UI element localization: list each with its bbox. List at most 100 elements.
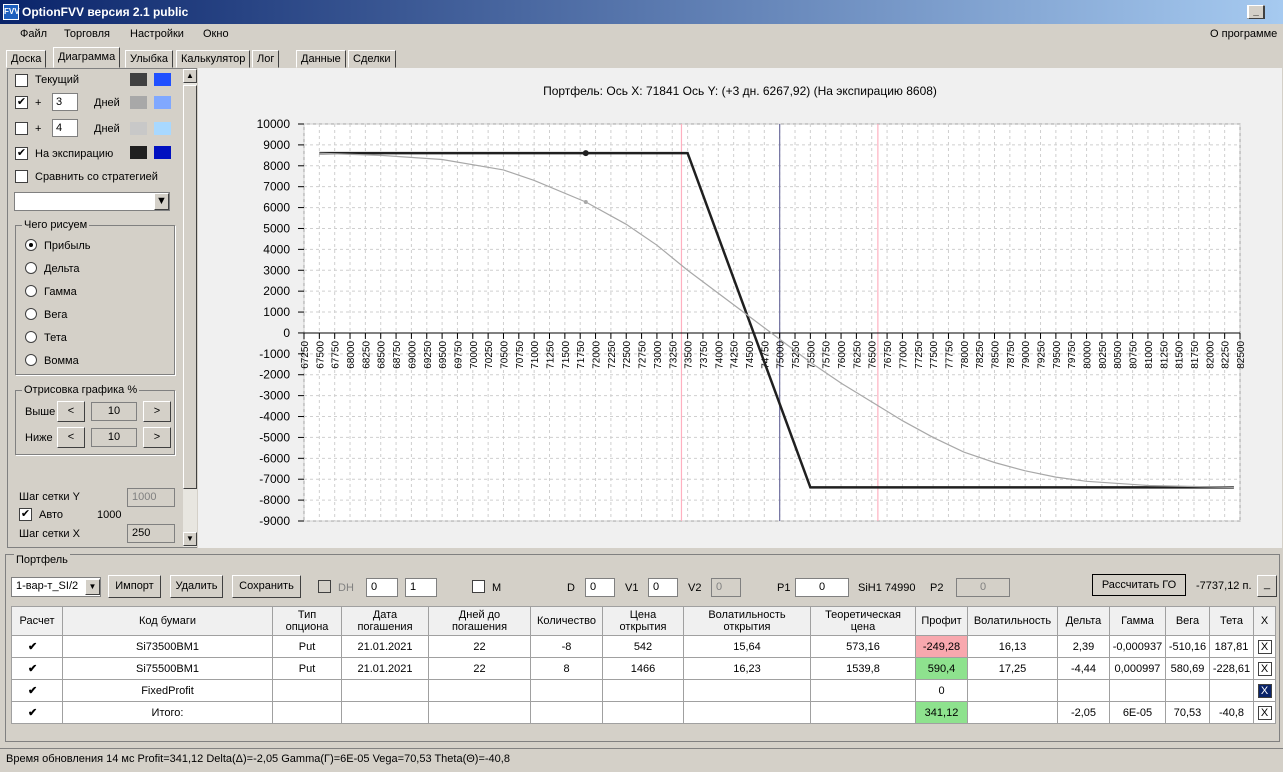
remove-row-button[interactable]: X	[1257, 661, 1272, 676]
days2-color-1[interactable]	[130, 122, 147, 135]
remove-row-button[interactable]: X	[1257, 705, 1272, 720]
table-row[interactable]: ✔ Si73500BM1 Put 21.01.2021 22 -8 542 15,64 573,…	[11, 635, 1276, 658]
expiry-color-2[interactable]	[154, 146, 171, 159]
delete-button[interactable]: Удалить	[170, 575, 223, 598]
col-open-price[interactable]: Цена открытия	[602, 606, 684, 636]
col-theta[interactable]: Тета	[1209, 606, 1254, 636]
scroll-up-arrow-icon[interactable]: ▲	[183, 69, 197, 83]
days1-color-2[interactable]	[154, 96, 171, 109]
auto-checkbox[interactable]: ✔	[19, 508, 32, 521]
tab-diagram[interactable]: Диаграмма	[53, 47, 121, 68]
p1-input[interactable]: 0	[795, 578, 849, 597]
days1-checkbox[interactable]: ✔	[15, 96, 28, 109]
save-button[interactable]: Сохранить	[232, 575, 301, 598]
table-row[interactable]: ✔ Итого: 341,12 -2,05 6E-05 70,53 -40,8 X	[11, 701, 1276, 724]
v1-input[interactable]: 0	[648, 578, 678, 597]
calc-go-button[interactable]: Рассчитать ГО	[1092, 574, 1186, 596]
col-type[interactable]: Тип опциона	[272, 606, 342, 636]
current-color-2[interactable]	[154, 73, 171, 86]
cell-15[interactable]: X	[1253, 635, 1276, 658]
col-calc[interactable]: Расчет	[11, 606, 63, 636]
tab-smile[interactable]: Улыбка	[125, 50, 174, 68]
col-code[interactable]: Код бумаги	[62, 606, 273, 636]
col-profit[interactable]: Профит	[915, 606, 968, 636]
tab-board[interactable]: Доска	[6, 50, 47, 68]
table-row[interactable]: ✔ Si75500BM1 Put 21.01.2021 22 8 1466 16,23 1539…	[11, 657, 1276, 680]
tab-calculator[interactable]: Калькулятор	[176, 50, 251, 68]
x-tick-label: 73000	[653, 341, 664, 369]
below-increase-button[interactable]: >	[143, 427, 171, 448]
radio-delta[interactable]	[25, 262, 37, 274]
cell-15[interactable]: X	[1253, 701, 1276, 724]
strategy-select[interactable]: ▼	[14, 192, 170, 211]
radio-gamma[interactable]	[25, 285, 37, 297]
chart-area[interactable]: Портфель: Ось X: 71841 Ось Y: (+3 дн. 62…	[198, 68, 1282, 548]
menu-trading[interactable]: Торговля	[64, 28, 110, 40]
radio-delta-label: Дельта	[44, 263, 80, 275]
days1-color-1[interactable]	[130, 96, 147, 109]
dh-spin-1[interactable]: 0	[366, 578, 398, 597]
above-increase-button[interactable]: >	[143, 401, 171, 422]
days2-color-2[interactable]	[154, 122, 171, 135]
d-input[interactable]: 0	[585, 578, 615, 597]
tab-log[interactable]: Лог	[252, 50, 280, 68]
scroll-down-arrow-icon[interactable]: ▼	[183, 532, 197, 546]
m-checkbox[interactable]	[472, 580, 485, 593]
status-text: Время обновления 14 мс Profit=341,12 Del…	[6, 753, 510, 765]
chevron-down-icon[interactable]: ▼	[154, 193, 169, 210]
chevron-down-icon[interactable]: ▼	[85, 579, 100, 595]
col-qty[interactable]: Количество	[530, 606, 603, 636]
go-small-button[interactable]: _	[1257, 575, 1277, 597]
minimize-button[interactable]: _	[1248, 5, 1264, 19]
menu-settings[interactable]: Настройки	[130, 28, 184, 40]
cell-15[interactable]: X	[1253, 679, 1276, 702]
cell-0[interactable]: ✔	[11, 635, 63, 658]
col-theor-price[interactable]: Теоретическая цена	[810, 606, 916, 636]
above-decrease-button[interactable]: <	[57, 401, 85, 422]
x-tick-label: 73250	[668, 341, 679, 369]
menu-file[interactable]: Файл	[20, 28, 47, 40]
radio-vomma[interactable]	[25, 354, 37, 366]
tab-data[interactable]: Данные	[296, 50, 346, 68]
import-button[interactable]: Импорт	[108, 575, 161, 598]
profit-chart[interactable]: 1000090008000700060005000400030002000100…	[198, 68, 1282, 548]
grid-x-input[interactable]: 250	[127, 524, 175, 543]
current-color-1[interactable]	[130, 73, 147, 86]
expiry-color-1[interactable]	[130, 146, 147, 159]
tab-deals[interactable]: Сделки	[348, 50, 396, 68]
dh-checkbox[interactable]	[318, 580, 331, 593]
below-decrease-button[interactable]: <	[57, 427, 85, 448]
remove-row-button[interactable]: X	[1257, 683, 1272, 698]
v2-input[interactable]: 0	[711, 578, 741, 597]
days1-input[interactable]: 3	[52, 93, 78, 111]
radio-vega[interactable]	[25, 308, 37, 320]
days2-checkbox[interactable]	[15, 122, 28, 135]
cell-0[interactable]: ✔	[11, 679, 63, 702]
col-vega[interactable]: Вега	[1165, 606, 1210, 636]
left-panel-scrollbar[interactable]: ▲ ▼	[183, 69, 197, 547]
radio-profit[interactable]	[25, 239, 37, 251]
col-date[interactable]: Дата погашения	[341, 606, 429, 636]
current-checkbox[interactable]	[15, 74, 28, 87]
col-open-vol[interactable]: Волатильность открытия	[683, 606, 811, 636]
grid-y-input[interactable]: 1000	[127, 488, 175, 507]
radio-theta[interactable]	[25, 331, 37, 343]
cell-15[interactable]: X	[1253, 657, 1276, 680]
compare-checkbox[interactable]	[15, 170, 28, 183]
col-gamma[interactable]: Гамма	[1109, 606, 1166, 636]
cell-0[interactable]: ✔	[11, 701, 63, 724]
dh-spin-2[interactable]: 1	[405, 578, 437, 597]
table-row[interactable]: ✔ FixedProfit 0 X	[11, 679, 1276, 702]
cell-0[interactable]: ✔	[11, 657, 63, 680]
days2-input[interactable]: 4	[52, 119, 78, 137]
col-x[interactable]: X	[1253, 606, 1276, 636]
menu-about[interactable]: О программе	[1210, 28, 1277, 40]
p2-input[interactable]: 0	[956, 578, 1010, 597]
col-vol[interactable]: Волатильность	[967, 606, 1058, 636]
remove-row-button[interactable]: X	[1257, 639, 1272, 654]
scroll-thumb[interactable]	[183, 85, 197, 489]
col-delta[interactable]: Дельта	[1057, 606, 1110, 636]
col-days[interactable]: Дней до погашения	[428, 606, 531, 636]
menu-window[interactable]: Окно	[203, 28, 229, 40]
expiry-checkbox[interactable]: ✔	[15, 147, 28, 160]
